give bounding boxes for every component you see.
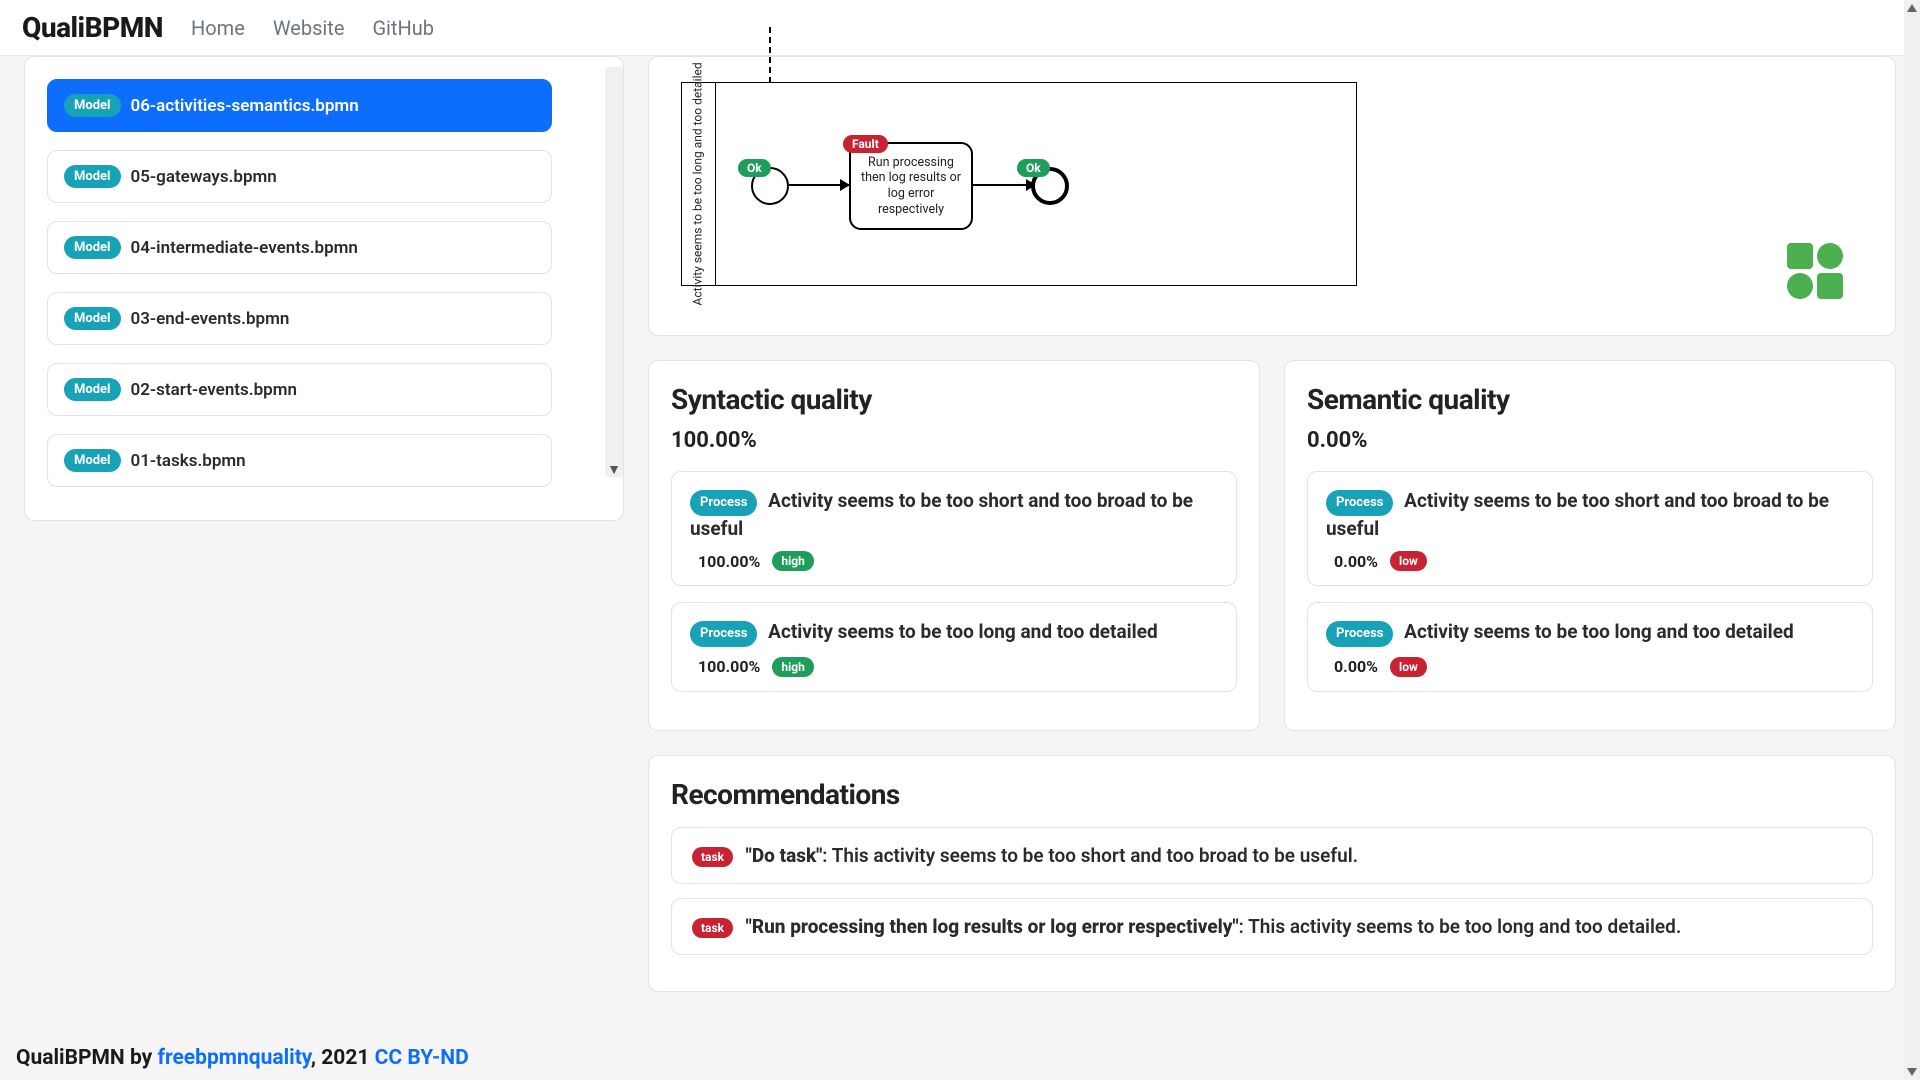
level-badge: low [1390,551,1427,571]
process-pill: Process [690,490,757,516]
sidebar-scroll-down-icon[interactable]: ▼ [607,461,621,478]
process-pill: Process [1326,490,1393,516]
semantic-item-pct: 0.00% [1334,657,1378,676]
nav-link-website[interactable]: Website [273,16,345,40]
level-badge: low [1390,657,1427,677]
model-item-02[interactable]: Model 02-start-events.bpmn [47,363,552,416]
process-pill: Process [1326,621,1393,647]
rec-target: "Do task" [746,844,822,867]
level-badge: high [772,551,813,571]
model-list-panel: Model 06-activities-semantics.bpmn Model… [24,56,624,521]
syntactic-item-pct: 100.00% [698,552,760,571]
model-item-04[interactable]: Model 04-intermediate-events.bpmn [47,221,552,274]
model-item-06[interactable]: Model 06-activities-semantics.bpmn [47,79,552,132]
model-name: 02-start-events.bpmn [131,380,297,400]
sequence-flow [789,184,849,186]
model-name: 03-end-events.bpmn [131,309,290,329]
recs-title: Recommendations [671,778,1873,811]
model-name: 05-gateways.bpmn [131,167,277,187]
sidebar-scrollbar[interactable] [605,67,623,477]
level-badge: high [772,657,813,677]
model-item-03[interactable]: Model 03-end-events.bpmn [47,292,552,345]
nav-link-github[interactable]: GitHub [372,16,434,40]
ok-badge: Ok [1017,159,1050,177]
model-pill: Model [64,449,121,472]
brand[interactable]: QualiBPMN [22,11,163,44]
rec-message: : This activity seems to be too long and… [1239,915,1682,938]
rec-message: : This activity seems to be too short an… [822,844,1358,867]
syntactic-item-text: Activity seems to be too short and too b… [690,489,1193,540]
fault-badge: Fault [843,135,888,153]
semantic-quality-panel: Semantic quality 0.00% Process Activity … [1284,360,1896,731]
sequence-flow [973,184,1035,186]
syntactic-title: Syntactic quality [671,383,1237,416]
semantic-title: Semantic quality [1307,383,1873,416]
bpmn-diagram: Activity seems to be too long and too de… [681,27,1361,287]
syntactic-item-pct: 100.00% [698,657,760,676]
footer-mid: , 2021 [311,1046,375,1070]
syntactic-quality-panel: Syntactic quality 100.00% Process Activi… [648,360,1260,731]
syntactic-item[interactable]: Process Activity seems to be too long an… [671,602,1237,692]
task-pill: task [692,847,733,867]
model-pill: Model [64,94,121,117]
model-name: 04-intermediate-events.bpmn [131,238,358,258]
page-scrollbar[interactable] [1904,0,1920,1080]
model-pill: Model [64,307,121,330]
syntactic-item-text: Activity seems to be too long and too de… [768,620,1158,643]
recommendation-item[interactable]: task "Do task": This activity seems to b… [671,827,1873,884]
model-pill: Model [64,236,121,259]
syntactic-item[interactable]: Process Activity seems to be too short a… [671,471,1237,586]
model-pill: Model [64,165,121,188]
model-name: 06-activities-semantics.bpmn [131,96,359,116]
semantic-item[interactable]: Process Activity seems to be too short a… [1307,471,1873,586]
semantic-item-text: Activity seems to be too short and too b… [1326,489,1829,540]
process-pill: Process [690,621,757,647]
syntactic-overall-pct: 100.00% [671,428,1237,453]
ok-badge: Ok [738,159,771,177]
footer: QualiBPMN by freebpmnquality, 2021 CC BY… [16,1046,469,1070]
bpmn-task: Run processing then log results or log e… [849,142,973,230]
model-item-01[interactable]: Model 01-tasks.bpmn [47,434,552,487]
pool-label: Activity seems to be too long and too de… [682,83,716,285]
diagram-panel: Activity seems to be too long and too de… [648,56,1896,336]
semantic-item-pct: 0.00% [1334,552,1378,571]
model-pill: Model [64,378,121,401]
footer-license-link[interactable]: CC BY-ND [375,1046,469,1070]
model-item-05[interactable]: Model 05-gateways.bpmn [47,150,552,203]
semantic-overall-pct: 0.00% [1307,428,1873,453]
model-name: 01-tasks.bpmn [131,451,246,471]
semantic-item[interactable]: Process Activity seems to be too long an… [1307,602,1873,692]
footer-prefix: QualiBPMN by [16,1046,157,1070]
semantic-item-text: Activity seems to be too long and too de… [1404,620,1794,643]
task-pill: task [692,918,733,938]
rec-target: "Run processing then log results or log … [746,915,1239,938]
recommendations-panel: Recommendations task "Do task": This act… [648,755,1896,992]
puzzle-piece-icon[interactable] [1785,241,1845,301]
recommendation-item[interactable]: task "Run processing then log results or… [671,898,1873,955]
footer-author-link[interactable]: freebpmnquality [157,1046,310,1070]
nav-link-home[interactable]: Home [191,16,245,40]
